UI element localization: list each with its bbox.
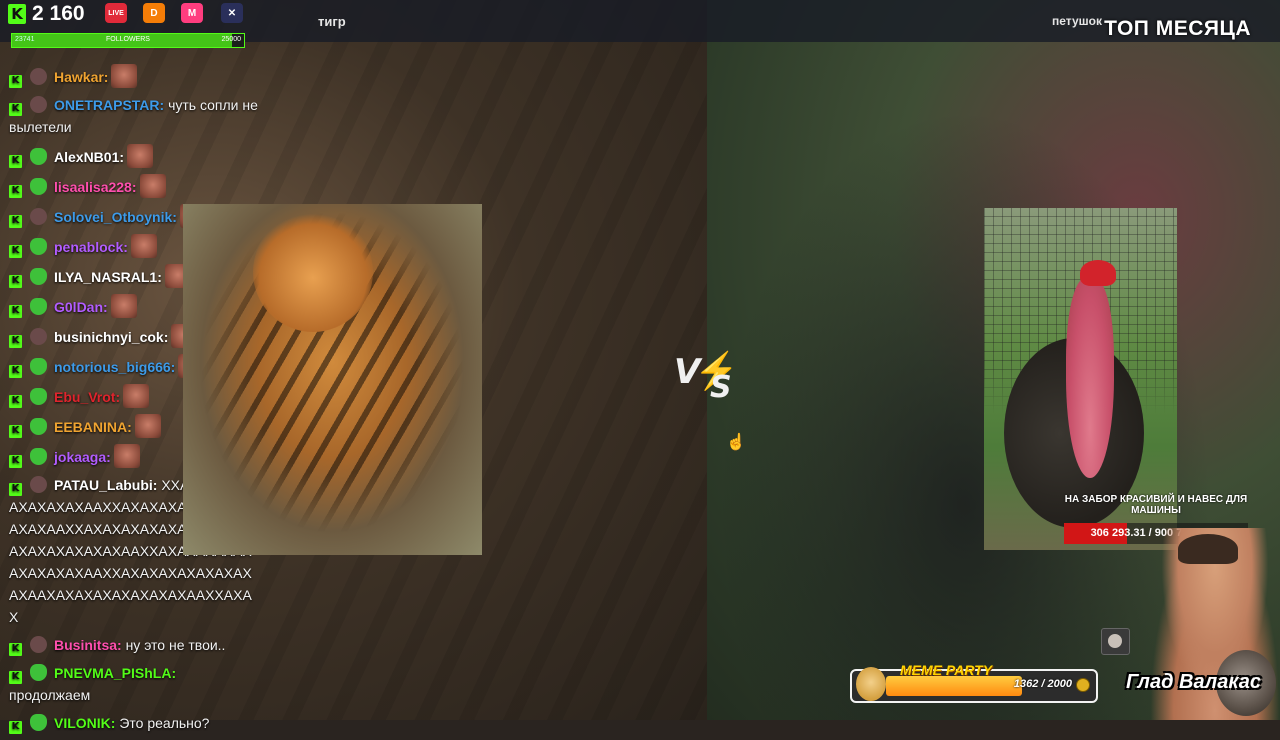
chat-emote [127, 144, 154, 168]
doge-icon [856, 667, 886, 701]
chat-emote [113, 444, 140, 468]
kick-badge-icon: K [9, 364, 22, 378]
user-avatar [30, 328, 47, 345]
kick-badge-icon: K [9, 244, 22, 258]
subscriber-badge-icon [30, 358, 47, 375]
user-avatar [30, 68, 47, 85]
chat-username[interactable]: ONETRAPSTAR: [54, 97, 164, 113]
kick-badge-icon: K [9, 720, 22, 734]
streamer-name: Глад Валакас [1126, 672, 1261, 692]
kick-badge-icon: K [9, 334, 22, 348]
subscriber-badge-icon [30, 418, 47, 435]
kick-badge-icon: K [9, 482, 22, 496]
subscriber-badge-icon [30, 268, 47, 285]
left-contender-label: тигр [318, 14, 346, 29]
chat-username[interactable]: jokaaga: [54, 449, 111, 465]
chat-text: продолжаем [9, 687, 91, 703]
chat-message: K AlexNB01: [0, 144, 258, 168]
chat-username[interactable]: Solovei_Otboynik: [54, 209, 177, 225]
chat-emote [110, 294, 137, 318]
kick-badge-icon: K [9, 670, 22, 684]
streamer-name-text: Глад Валакас [1126, 671, 1261, 693]
subscriber-badge-icon [30, 388, 47, 405]
chat-message: K ONETRAPSTAR: чуть сопли не вылетели [0, 94, 258, 138]
versus-logo: V ⚡ S [674, 350, 739, 408]
pet-avatar-icon [1101, 628, 1130, 655]
meme-party-progress: 1362 / 2000 [1013, 678, 1072, 690]
subscriber-badge-icon [30, 238, 47, 255]
chat-username[interactable]: notorious_big666: [54, 359, 175, 375]
meme-party-fill [886, 676, 1023, 696]
kick-badge-icon: K [9, 102, 22, 116]
right-contender-label: петушок [1052, 14, 1102, 28]
kick-badge-icon: K [9, 642, 22, 656]
chat-emote [123, 384, 150, 408]
chat-username[interactable]: ILYA_NASRAL1: [54, 269, 162, 285]
meme-party-label: MEME PARTY [900, 662, 993, 678]
chat-message: Klisaalisa228: [0, 174, 258, 198]
chat-emote [139, 174, 166, 198]
kick-badge-icon: K [9, 424, 22, 438]
kick-badge-icon: K [9, 214, 22, 228]
meme-party-bar: MEME PARTY 1362 / 2000 [850, 662, 1098, 703]
chat-emote [134, 414, 161, 438]
kick-icon: K [8, 4, 26, 24]
chat-username[interactable]: Businitsa: [54, 637, 122, 653]
user-avatar [30, 636, 47, 653]
chat-text: Это реально? [119, 715, 210, 731]
kick-badge-icon: K [9, 154, 22, 168]
chat-username[interactable]: EEBANINA: [54, 419, 132, 435]
memealerts-icon: M [181, 3, 203, 23]
chat-username[interactable]: Hawkar: [54, 69, 108, 85]
chat-text: ну это не твои.. [125, 637, 226, 653]
subscriber-badge-icon [30, 448, 47, 465]
followers-label: FOLLOWERS [106, 36, 150, 43]
chat-username[interactable]: businichnyi_cok: [54, 329, 168, 345]
donationalerts-icon: D [143, 3, 165, 23]
chat-message: K PNEVMA_PIShLA: продолжаем [0, 662, 258, 706]
chat-emote [130, 234, 157, 258]
top-of-month-title: ТОП МЕСЯЦА [1104, 17, 1251, 40]
kick-badge-icon: K [9, 274, 22, 288]
subscriber-badge-icon [30, 664, 47, 681]
coin-icon [1076, 678, 1090, 692]
kick-badge-icon: K [9, 304, 22, 318]
chat-emote [111, 64, 138, 88]
chat-message: K Businitsa: ну это не твои.. [0, 634, 258, 656]
followers-goal-bar: 23741 FOLLOWERS 25000 [11, 33, 245, 48]
user-avatar [30, 476, 47, 493]
kick-badge-icon: K [9, 454, 22, 468]
kick-badge-icon: K [9, 394, 22, 408]
tiger-image [183, 204, 482, 555]
kick-badge-icon: K [9, 184, 22, 198]
chat-message: K VILONIK: Это реально? [0, 712, 258, 734]
x-icon: ✕ [221, 3, 243, 23]
subscriber-badge-icon [30, 298, 47, 315]
versus-s: S [710, 370, 732, 405]
chat-username[interactable]: PATAU_Labubi: [54, 477, 157, 493]
chat-message: K Hawkar: [0, 64, 258, 88]
chat-username[interactable]: PNEVMA_PIShLA: [54, 665, 176, 681]
stream-counter: K 2 160 [8, 2, 85, 26]
subscriber-badge-icon [30, 178, 47, 195]
stream-count: 2 160 [32, 2, 85, 25]
hand-cursor-icon: ☝ [726, 434, 746, 451]
chat-username[interactable]: VILONIK: [54, 715, 115, 731]
followers-goal: 25000 [221, 36, 241, 43]
top-bar: K 2 160 LIVE D M ✕ 23741 FOLLOWERS 25000 ти… [0, 0, 1280, 48]
live-icon: LIVE [105, 3, 127, 23]
donation-goal-title: НА ЗАБОР КРАСИВИЙ И НАВЕС ДЛЯ МАШИНЫ [1064, 494, 1248, 516]
chat-username[interactable]: penablock: [54, 239, 128, 255]
chat-username[interactable]: lisaalisa228: [54, 179, 137, 195]
chat-username[interactable]: G0lDan: [54, 299, 108, 315]
chat-username[interactable]: Ebu_Vrot: [54, 389, 120, 405]
user-avatar [30, 208, 47, 225]
user-avatar [30, 96, 47, 113]
chat-username[interactable]: AlexNB01: [54, 149, 124, 165]
subscriber-badge-icon [30, 148, 47, 165]
subscriber-badge-icon [30, 714, 47, 731]
kick-badge-icon: K [9, 74, 22, 88]
